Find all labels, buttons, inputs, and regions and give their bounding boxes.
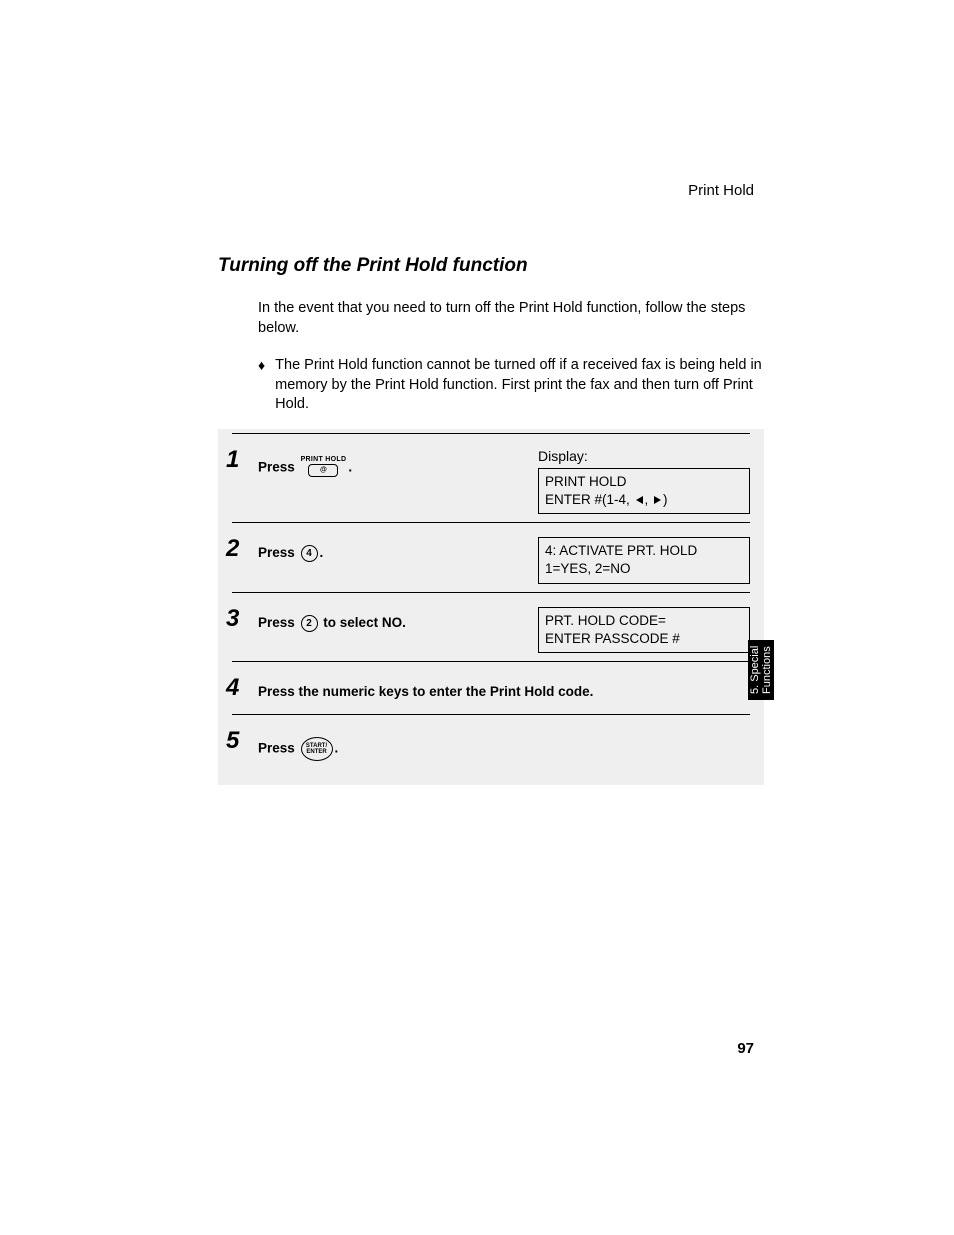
- bullet-text: The Print Hold function cannot be turned…: [275, 356, 764, 415]
- step-4: 4 Press the numeric keys to enter the Pr…: [218, 670, 764, 714]
- print-hold-key-label: PRINT HOLD: [301, 456, 347, 463]
- period: .: [320, 545, 324, 560]
- step-number: 3: [226, 605, 239, 633]
- start-enter-key-icon: START/ENTER: [301, 737, 333, 761]
- running-head: Print Hold: [688, 182, 754, 199]
- step-number: 4: [226, 674, 239, 702]
- press-label: Press: [258, 741, 299, 756]
- step-separator: [232, 433, 750, 434]
- bullet-item: ♦ The Print Hold function cannot be turn…: [258, 356, 764, 415]
- display-line-1: PRT. HOLD CODE=: [545, 612, 743, 630]
- numeric-key-2-icon: 2: [301, 615, 318, 632]
- step-number: 5: [226, 727, 239, 755]
- step-instruction: Press PRINT HOLD .: [258, 448, 526, 480]
- section-title: Turning off the Print Hold function: [218, 255, 764, 277]
- step-number: 1: [226, 446, 239, 474]
- step-3: 3 Press 2 to select NO. PRT. HOLD CODE= …: [218, 601, 764, 661]
- period: .: [335, 741, 339, 756]
- display-text: ,: [645, 492, 653, 507]
- step-instruction: Press START/ENTER.: [258, 729, 750, 761]
- display-line-1: PRINT HOLD: [545, 473, 743, 491]
- press-label: Press: [258, 459, 295, 474]
- oval-key-icon: [308, 464, 338, 477]
- step-separator: [232, 592, 750, 593]
- numeric-key-4-icon: 4: [301, 545, 318, 562]
- step-separator: [232, 661, 750, 662]
- step-instruction: Press 4.: [258, 537, 526, 562]
- step-1: 1 Press PRINT HOLD . Display: PRINT HOLD…: [218, 442, 764, 522]
- display-text: ): [663, 492, 668, 507]
- step-instruction: Press 2 to select NO.: [258, 607, 526, 632]
- press-label: Press: [258, 615, 299, 630]
- intro-paragraph: In the event that you need to turn off t…: [258, 299, 764, 338]
- step-separator: [232, 522, 750, 523]
- key-line-2: ENTER: [306, 749, 326, 756]
- print-hold-key-icon: PRINT HOLD: [301, 456, 347, 480]
- triangle-left-icon: [636, 496, 643, 504]
- display-box: 4: ACTIVATE PRT. HOLD 1=YES, 2=NO: [538, 537, 750, 583]
- display-label: Display:: [538, 448, 750, 464]
- steps-container: 1 Press PRINT HOLD . Display: PRINT HOLD…: [218, 429, 764, 785]
- step-2: 2 Press 4. 4: ACTIVATE PRT. HOLD 1=YES, …: [218, 531, 764, 591]
- display-line-1: 4: ACTIVATE PRT. HOLD: [545, 542, 743, 560]
- key-line-1: START/: [306, 743, 327, 750]
- step-number: 2: [226, 535, 239, 563]
- period: .: [348, 459, 352, 474]
- after-text: to select NO.: [320, 615, 406, 630]
- diamond-bullet-icon: ♦: [258, 356, 265, 415]
- display-line-2: ENTER #(1-4, , ): [545, 491, 743, 509]
- step-instruction: Press the numeric keys to enter the Prin…: [258, 676, 750, 699]
- step-separator: [232, 714, 750, 715]
- chapter-tab: 5. Special Functions: [748, 640, 774, 700]
- press-label: Press: [258, 545, 299, 560]
- display-line-2: ENTER PASSCODE #: [545, 630, 743, 648]
- page-number: 97: [737, 1040, 754, 1057]
- step-5: 5 Press START/ENTER.: [218, 723, 764, 769]
- display-text: ENTER #(1-4,: [545, 492, 634, 507]
- display-line-2: 1=YES, 2=NO: [545, 560, 743, 578]
- triangle-right-icon: [654, 496, 661, 504]
- display-box: PRINT HOLD ENTER #(1-4, , ): [538, 468, 750, 514]
- display-box: PRT. HOLD CODE= ENTER PASSCODE #: [538, 607, 750, 653]
